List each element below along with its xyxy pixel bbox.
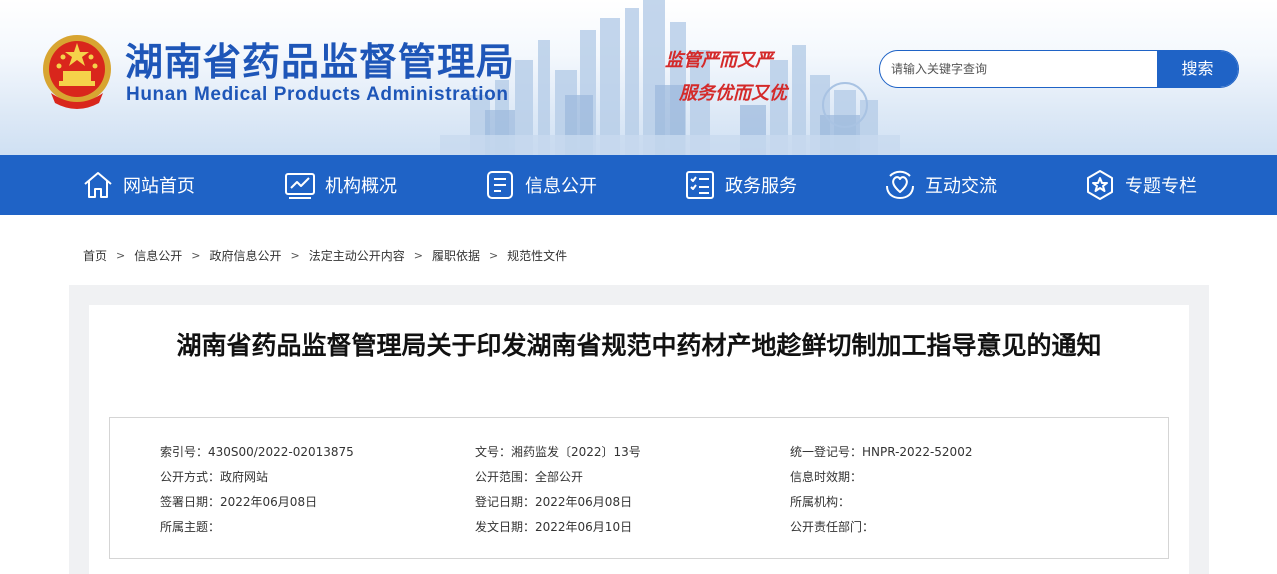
slogan-line-1: 监管严而又严 <box>665 50 773 71</box>
nav-label: 信息公开 <box>525 176 597 197</box>
document-info-table: 索引号：430S00/2022-02013875 公开方式：政府网站 签署日期：… <box>109 417 1169 559</box>
nav-label: 政务服务 <box>725 176 797 197</box>
breadcrumb-item-info[interactable]: 信息公开 <box>134 247 182 264</box>
breadcrumb-separator: > <box>116 249 126 262</box>
breadcrumb-separator: > <box>488 249 499 262</box>
info-index-no: 索引号：430S00/2022-02013875 <box>160 445 354 459</box>
info-doc-no: 文号：湘药监发〔2022〕13号 <box>475 445 641 459</box>
main-nav: 网站首页 机构概况 信息公开 政务服务 互动交流 专题专栏 <box>0 155 1277 215</box>
site-title-en: Hunan Medical Products Administration <box>126 84 509 105</box>
nav-item-about[interactable]: 机构概况 <box>283 155 397 215</box>
breadcrumb-separator: > <box>290 249 300 262</box>
info-unified-reg-no: 统一登记号：HNPR-2022-52002 <box>790 445 973 459</box>
nav-label: 互动交流 <box>925 176 997 197</box>
slogan-line-2: 服务优而又优 <box>679 83 787 104</box>
site-title-cn: 湖南省药品监督管理局 <box>125 40 516 84</box>
info-document-icon <box>487 171 513 199</box>
breadcrumb-item-gov-info[interactable]: 政府信息公开 <box>209 247 281 264</box>
nav-label: 网站首页 <box>123 176 195 197</box>
home-icon <box>84 172 112 198</box>
nav-label: 专题专栏 <box>1125 176 1197 197</box>
national-emblem-icon <box>43 35 111 109</box>
nav-item-topics[interactable]: 专题专栏 <box>1083 155 1197 215</box>
search-input[interactable] <box>880 51 1158 87</box>
nav-item-interaction[interactable]: 互动交流 <box>883 155 997 215</box>
info-org: 所属机构： <box>790 495 851 509</box>
search-bar: 搜索 <box>879 50 1239 88</box>
breadcrumb-item-normative-docs[interactable]: 规范性文件 <box>507 247 567 264</box>
heart-hands-icon <box>886 170 914 199</box>
checklist-icon <box>686 171 714 199</box>
site-header: 湖南省药品监督管理局 Hunan Medical Products Admini… <box>0 0 1277 155</box>
nav-item-services[interactable]: 政务服务 <box>683 155 797 215</box>
breadcrumb-item-statutory[interactable]: 法定主动公开内容 <box>309 247 405 264</box>
info-publish-method: 公开方式：政府网站 <box>160 470 269 484</box>
chart-monitor-icon <box>285 173 315 199</box>
nav-item-info[interactable]: 信息公开 <box>483 155 597 215</box>
breadcrumb-separator: > <box>413 249 423 262</box>
info-sign-date: 签署日期：2022年06月08日 <box>160 495 318 509</box>
breadcrumb-item-home[interactable]: 首页 <box>83 247 107 264</box>
search-button[interactable]: 搜索 <box>1157 51 1238 87</box>
info-reg-date: 登记日期：2022年06月08日 <box>475 495 633 509</box>
breadcrumb-item-duty-basis[interactable]: 履职依据 <box>432 247 480 264</box>
info-validity: 信息时效期： <box>790 470 863 484</box>
info-topic: 所属主题： <box>160 520 221 534</box>
nav-label: 机构概况 <box>325 176 397 197</box>
star-badge-icon <box>1087 170 1113 200</box>
info-issue-date: 发文日期：2022年06月10日 <box>475 520 633 534</box>
info-dept: 公开责任部门： <box>790 520 875 534</box>
nav-item-home[interactable]: 网站首页 <box>81 155 195 215</box>
breadcrumb-separator: > <box>191 249 201 262</box>
info-publish-scope: 公开范围：全部公开 <box>475 470 584 484</box>
article-title: 湖南省药品监督管理局关于印发湖南省规范中药材产地趁鲜切制加工指导意见的通知 <box>176 331 1102 360</box>
breadcrumb: 首页 > 信息公开 > 政府信息公开 > 法定主动公开内容 > 履职依据 > 规… <box>83 247 567 264</box>
